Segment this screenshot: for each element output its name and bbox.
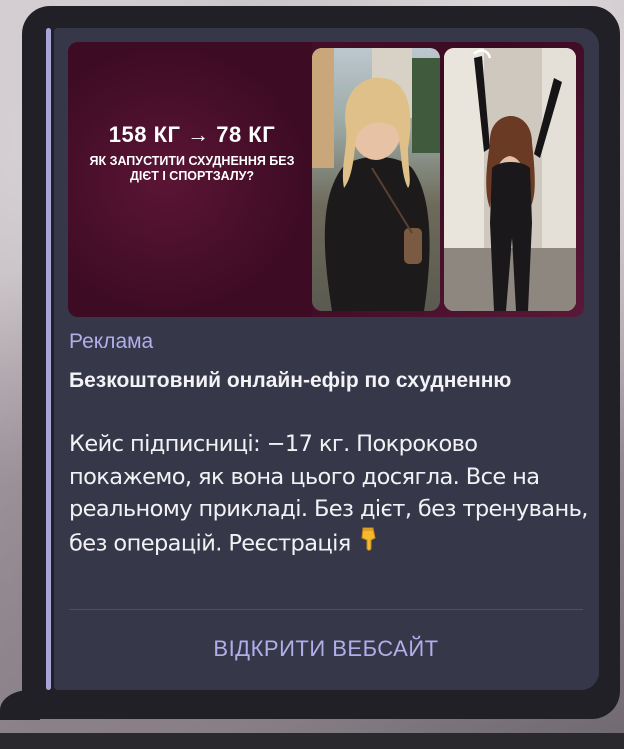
ad-body-text: Кейс підписниці: −17 кг. Покроково покаж…: [69, 431, 588, 556]
ad-headline-box: 158 КГ → 78 КГ ЯК ЗАПУСТИТИ СХУДНЕННЯ БЕ…: [86, 122, 298, 184]
cta-divider: [69, 609, 583, 610]
after-photo: [444, 48, 576, 311]
bottom-strip: [0, 733, 624, 749]
open-website-button[interactable]: ВІДКРИТИ ВЕБСАЙТ: [69, 620, 583, 678]
after-person-figure: [444, 48, 576, 311]
ad-headline: 158 КГ → 78 КГ: [108, 122, 276, 147]
pointing-down-hand-icon: [357, 526, 379, 562]
ad-subheadline: ЯК ЗАПУСТИТИ СХУДНЕННЯ БЕЗ ДІЄТ І СПОРТЗ…: [89, 154, 295, 183]
sponsored-label: Реклама: [69, 330, 154, 353]
sponsored-accent-bar: [46, 28, 51, 690]
ad-image-banner: 158 КГ → 78 КГ ЯК ЗАПУСТИТИ СХУДНЕННЯ БЕ…: [68, 42, 312, 317]
ad-title: Безкоштовний онлайн-ефір по схудненню: [69, 369, 512, 392]
before-photo: [312, 48, 440, 311]
ad-image[interactable]: 158 КГ → 78 КГ ЯК ЗАПУСТИТИ СХУДНЕННЯ БЕ…: [68, 42, 584, 317]
before-person-figure: [312, 48, 440, 311]
ad-body: Кейс підписниці: −17 кг. Покроково покаж…: [69, 428, 589, 561]
